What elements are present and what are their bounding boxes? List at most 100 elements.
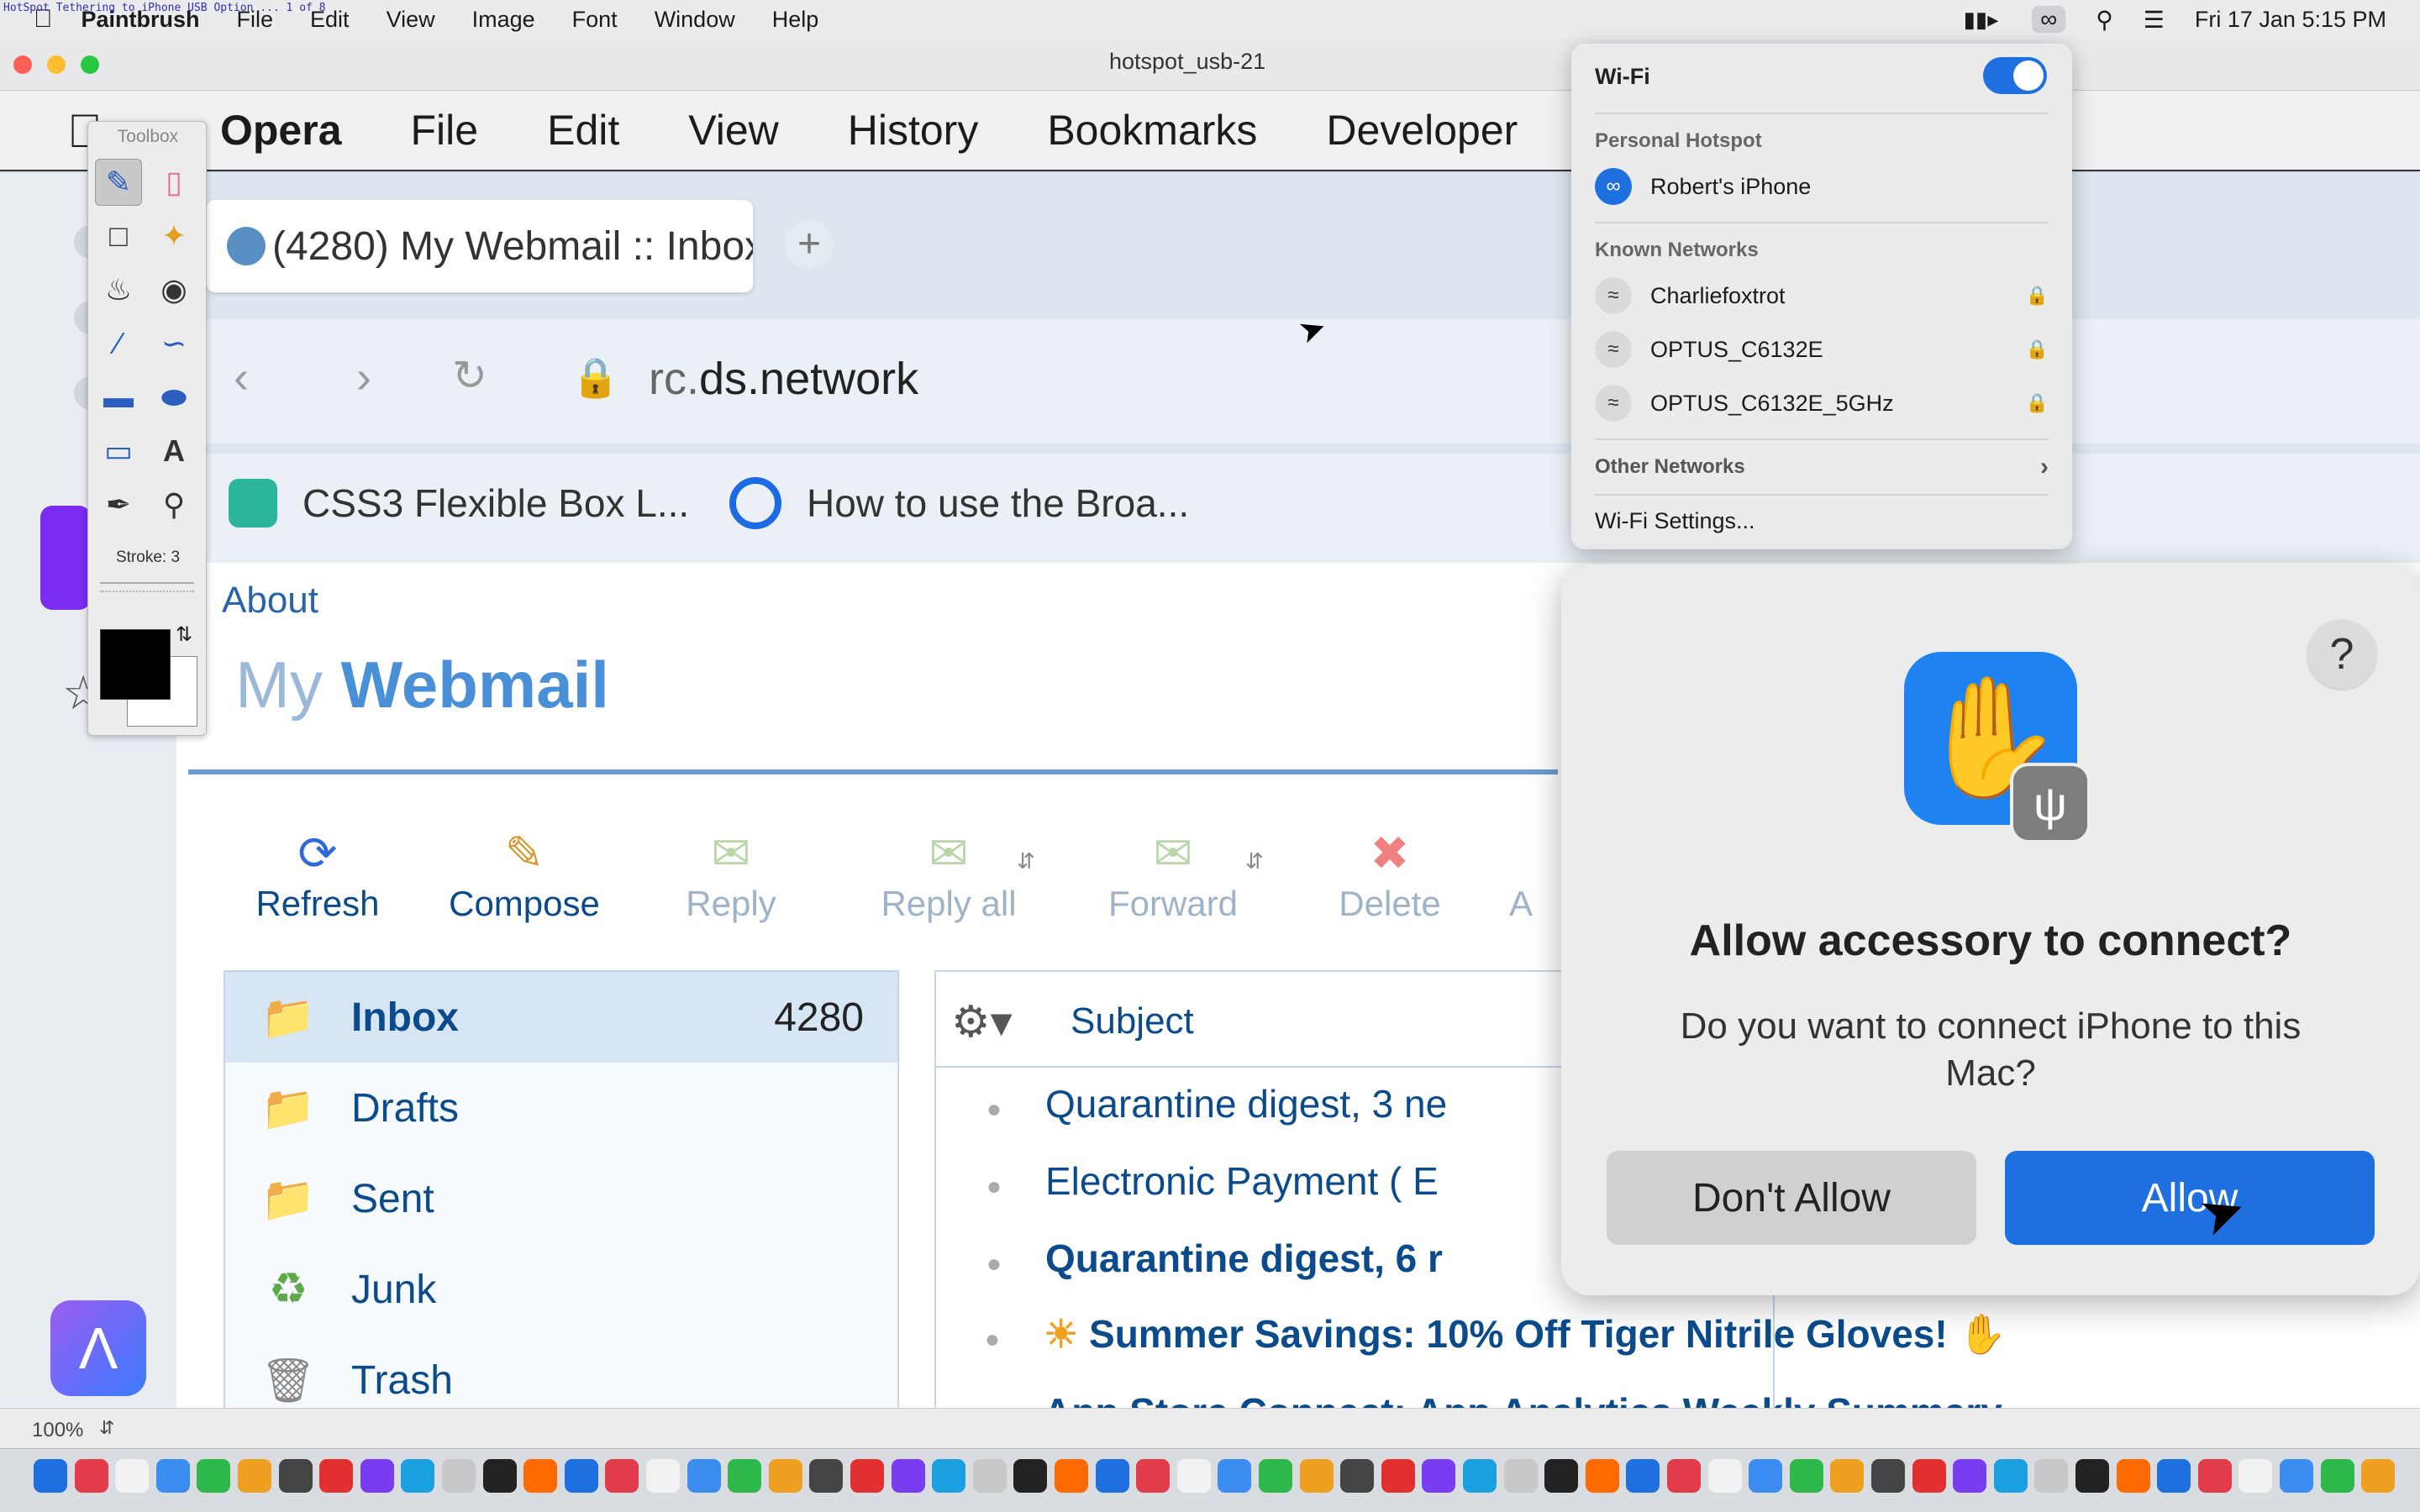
dock-app-icon[interactable] bbox=[1585, 1459, 1619, 1493]
bookmark-css3[interactable]: CSS3 Flexible Box L... bbox=[229, 477, 689, 528]
dock-app-icon[interactable] bbox=[1218, 1459, 1252, 1493]
url-field[interactable]: rc.ds.network bbox=[649, 353, 918, 405]
menu-view[interactable]: View bbox=[387, 7, 435, 33]
network-item[interactable]: ≈ Charliefoxtrot 🔒 bbox=[1595, 272, 2049, 319]
dock-app-icon[interactable] bbox=[442, 1459, 476, 1493]
folder-drafts[interactable]: 📁 Drafts bbox=[225, 1063, 897, 1153]
rounded-rect-tool-icon[interactable]: ▭ bbox=[95, 428, 142, 475]
wand-tool-icon[interactable]: ✦ bbox=[150, 213, 197, 260]
more-button[interactable]: A bbox=[1496, 823, 1546, 924]
opera-menu-bookmarks[interactable]: Bookmarks bbox=[1047, 106, 1257, 155]
refresh-button[interactable]: ⟳ Refresh bbox=[234, 823, 402, 924]
dock-app-icon[interactable] bbox=[1259, 1459, 1292, 1493]
stroke-slider[interactable] bbox=[100, 582, 194, 592]
dock-app-icon[interactable] bbox=[278, 1459, 313, 1493]
dock-app-icon[interactable] bbox=[360, 1459, 394, 1493]
dock-app-icon[interactable] bbox=[2075, 1459, 2109, 1493]
reply-button[interactable]: ✉ Reply bbox=[647, 823, 815, 924]
tab-webmail[interactable]: (4280) My Webmail :: Inbox bbox=[207, 200, 753, 292]
forward-options-icon[interactable]: ⇵ bbox=[1245, 848, 1264, 874]
dock-app-icon[interactable] bbox=[891, 1459, 925, 1493]
dock-app-icon[interactable] bbox=[115, 1459, 150, 1493]
dock-app-icon[interactable] bbox=[1912, 1459, 1946, 1493]
network-item[interactable]: ≈ OPTUS_C6132E_5GHz 🔒 bbox=[1595, 380, 2049, 427]
dock-app-icon[interactable] bbox=[2157, 1459, 2191, 1493]
brush-tool-icon[interactable]: ✎ bbox=[95, 159, 142, 206]
opera-menu-history[interactable]: History bbox=[848, 106, 979, 155]
new-tab-button[interactable]: + bbox=[785, 220, 834, 269]
dock-app-icon[interactable] bbox=[1544, 1459, 1579, 1493]
opera-menu-edit[interactable]: Edit bbox=[547, 106, 619, 155]
back-icon[interactable]: ‹ bbox=[234, 351, 249, 403]
search-icon[interactable]: ⚲ bbox=[2096, 6, 2113, 34]
dock-app-icon[interactable] bbox=[401, 1459, 435, 1493]
dock-app-icon[interactable] bbox=[1381, 1459, 1415, 1493]
opera-menu-app[interactable]: Opera bbox=[220, 106, 342, 155]
reply-all-options-icon[interactable]: ⇵ bbox=[1017, 848, 1035, 874]
help-button[interactable]: ? bbox=[2307, 620, 2376, 689]
zoom-tool-icon[interactable]: ⚲ bbox=[150, 481, 197, 528]
dock-app-icon[interactable] bbox=[687, 1459, 721, 1493]
menu-image[interactable]: Image bbox=[472, 7, 535, 33]
opera-menu-file[interactable]: File bbox=[411, 106, 479, 155]
list-options-icon[interactable]: ⚙▾ bbox=[951, 997, 1013, 1047]
dock-app-icon[interactable] bbox=[2361, 1459, 2396, 1493]
dock-app-icon[interactable] bbox=[523, 1459, 558, 1493]
zoom-window-button[interactable] bbox=[81, 55, 99, 74]
rectangle-tool-icon[interactable]: ▬ bbox=[95, 374, 142, 421]
network-item[interactable]: ≈ OPTUS_C6132E 🔒 bbox=[1595, 326, 2049, 373]
hotspot-status-icon[interactable]: ∞ bbox=[2032, 6, 2066, 33]
close-window-button[interactable] bbox=[13, 55, 32, 74]
dock-app-icon[interactable] bbox=[1299, 1459, 1334, 1493]
dock-app-icon[interactable] bbox=[768, 1459, 802, 1493]
dock-app-icon[interactable] bbox=[1871, 1459, 1905, 1493]
dock-app-icon[interactable] bbox=[2197, 1459, 2232, 1493]
reply-all-button[interactable]: ✉ Reply all bbox=[862, 823, 1035, 924]
line-tool-icon[interactable]: ⁄ bbox=[95, 320, 142, 367]
folder-inbox[interactable]: 📁 Inbox 4280 bbox=[225, 972, 897, 1063]
zoom-level[interactable]: 100% bbox=[32, 1419, 83, 1442]
dock-app-icon[interactable] bbox=[319, 1459, 354, 1493]
dock-app-icon[interactable] bbox=[809, 1459, 844, 1493]
message-row[interactable]: ●App Store Connect: App Analytics Weekly… bbox=[934, 1389, 2363, 1408]
curve-tool-icon[interactable]: ∽ bbox=[150, 320, 197, 367]
sidebar-app-icon[interactable] bbox=[40, 506, 91, 610]
minimize-window-button[interactable] bbox=[47, 55, 66, 74]
message-row[interactable]: ● ☀ Summer Savings: 10% Off Tiger Nitrile… bbox=[934, 1311, 2363, 1357]
wifi-settings-item[interactable]: Wi-Fi Settings... bbox=[1595, 497, 2049, 544]
dock-app-icon[interactable] bbox=[932, 1459, 966, 1493]
about-link[interactable]: About bbox=[222, 580, 318, 622]
selection-tool-icon[interactable]: □ bbox=[95, 213, 142, 260]
dont-allow-button[interactable]: Don't Allow bbox=[1607, 1151, 1976, 1245]
forward-icon[interactable]: › bbox=[356, 351, 371, 403]
bomb-tool-icon[interactable]: ◉ bbox=[150, 266, 197, 313]
dock-app-icon[interactable] bbox=[482, 1459, 517, 1493]
dock-style-app-icon[interactable]: Λ bbox=[50, 1300, 146, 1396]
zoom-stepper-icon[interactable]: ⇵ bbox=[99, 1417, 114, 1439]
dock-app-icon[interactable] bbox=[238, 1459, 271, 1493]
folder-junk[interactable]: ♻ Junk bbox=[225, 1244, 897, 1335]
dock-app-icon[interactable] bbox=[728, 1459, 762, 1493]
dock-app-icon[interactable] bbox=[850, 1459, 884, 1493]
ellipse-tool-icon[interactable]: ⬬ bbox=[150, 374, 197, 421]
dock-app-icon[interactable] bbox=[1626, 1459, 1660, 1493]
text-tool-icon[interactable]: A bbox=[150, 428, 197, 475]
dock-app-icon[interactable] bbox=[197, 1459, 231, 1493]
dock-app-icon[interactable] bbox=[1136, 1459, 1171, 1493]
dock-app-icon[interactable] bbox=[1055, 1459, 1088, 1493]
dock-app-icon[interactable] bbox=[1789, 1459, 1823, 1493]
bucket-tool-icon[interactable]: ♨ bbox=[95, 266, 142, 313]
dock-app-icon[interactable] bbox=[605, 1459, 639, 1493]
dock-app-icon[interactable] bbox=[2280, 1459, 2313, 1493]
dock-app-icon[interactable] bbox=[1993, 1459, 2028, 1493]
allow-button[interactable]: Allow bbox=[2005, 1151, 2375, 1245]
folder-sent[interactable]: 📁 Sent bbox=[225, 1153, 897, 1244]
dock-app-icon[interactable] bbox=[1095, 1459, 1129, 1493]
hotspot-item[interactable]: ∞ Robert's iPhone bbox=[1595, 163, 2049, 210]
battery-icon[interactable]: ▮▮▸ bbox=[1964, 7, 1999, 33]
dock-app-icon[interactable] bbox=[1749, 1459, 1783, 1493]
menu-font[interactable]: Font bbox=[572, 7, 618, 33]
other-networks-item[interactable]: Other Networks › bbox=[1595, 444, 2049, 491]
dock-app-icon[interactable] bbox=[1463, 1459, 1497, 1493]
dock-app-icon[interactable] bbox=[155, 1459, 190, 1493]
